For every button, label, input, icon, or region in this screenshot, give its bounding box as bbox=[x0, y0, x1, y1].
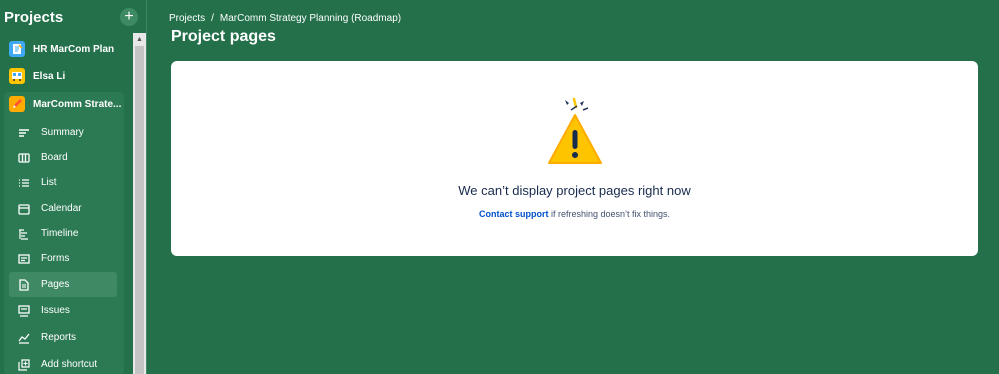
project-item-marcomm-strategy[interactable]: MarComm Strate... bbox=[4, 91, 132, 117]
scroll-up-icon[interactable]: ▲ bbox=[133, 33, 146, 45]
nav-label: Calendar bbox=[41, 203, 82, 214]
list-icon bbox=[17, 176, 31, 190]
nav-label: Reports bbox=[41, 332, 77, 343]
breadcrumb-separator: / bbox=[211, 13, 214, 24]
issues-icon bbox=[17, 304, 31, 318]
page-title: Project pages bbox=[171, 28, 276, 45]
bus-icon bbox=[9, 68, 25, 84]
notepad-icon bbox=[9, 41, 25, 57]
sidebar: Projects + HR MarCom Plan Elsa Li MarCom… bbox=[0, 0, 147, 374]
nav-label: List bbox=[41, 177, 57, 188]
nav-item-list[interactable]: List bbox=[9, 170, 117, 195]
nav-item-timeline[interactable]: Timeline bbox=[9, 221, 117, 246]
breadcrumb-project[interactable]: MarComm Strategy Planning (Roadmap) bbox=[220, 13, 401, 24]
contact-support-link[interactable]: Contact support bbox=[479, 209, 549, 219]
add-shortcut-icon bbox=[17, 358, 31, 372]
sidebar-header: Projects + bbox=[4, 7, 138, 27]
project-name: MarComm Strate... bbox=[33, 98, 122, 110]
nav-item-pages[interactable]: Pages bbox=[9, 272, 117, 297]
nav-item-issues[interactable]: Issues bbox=[9, 298, 117, 323]
nav-label: Pages bbox=[41, 279, 70, 290]
nav-item-forms[interactable]: Forms bbox=[9, 246, 117, 271]
nav-item-reports[interactable]: Reports bbox=[9, 325, 117, 350]
error-title: We can’t display project pages right now bbox=[458, 183, 691, 198]
nav-label: Summary bbox=[41, 127, 84, 138]
project-item-hr-marcom-plan[interactable]: HR MarCom Plan bbox=[4, 36, 132, 62]
nav-item-board[interactable]: Board bbox=[9, 145, 117, 170]
project-name: HR MarCom Plan bbox=[33, 43, 115, 55]
nav-item-summary[interactable]: Summary bbox=[9, 120, 117, 145]
breadcrumb: Projects / MarComm Strategy Planning (Ro… bbox=[169, 13, 401, 24]
add-project-button[interactable]: + bbox=[120, 8, 138, 26]
reports-icon bbox=[17, 331, 31, 345]
nav-item-calendar[interactable]: Calendar bbox=[9, 196, 117, 221]
nav-label: Issues bbox=[41, 305, 70, 316]
sidebar-scrollbar[interactable]: ▲ bbox=[133, 33, 146, 374]
nav-label: Board bbox=[41, 152, 68, 163]
nav-item-add-shortcut[interactable]: Add shortcut bbox=[9, 352, 117, 374]
pages-icon bbox=[17, 278, 31, 292]
nav-label: Add shortcut bbox=[41, 359, 98, 370]
sidebar-title: Projects bbox=[4, 8, 64, 26]
timeline-icon bbox=[17, 227, 31, 241]
forms-icon bbox=[17, 252, 31, 266]
project-item-elsa-li[interactable]: Elsa Li bbox=[4, 63, 132, 89]
nav-label: Forms bbox=[41, 253, 70, 264]
board-icon bbox=[17, 151, 31, 165]
warning-icon bbox=[548, 97, 602, 164]
scroll-thumb[interactable] bbox=[135, 46, 144, 374]
calendar-icon bbox=[17, 202, 31, 216]
error-card: We can’t display project pages right now… bbox=[171, 61, 978, 256]
nav-label: Timeline bbox=[41, 228, 79, 239]
project-name: Elsa Li bbox=[33, 70, 66, 82]
pencil-icon bbox=[9, 96, 25, 112]
breadcrumb-projects[interactable]: Projects bbox=[169, 13, 205, 24]
error-message-text: if refreshing doesn’t fix things. bbox=[548, 209, 671, 219]
summary-icon bbox=[17, 126, 31, 140]
error-message: Contact support if refreshing doesn’t fi… bbox=[171, 209, 978, 219]
